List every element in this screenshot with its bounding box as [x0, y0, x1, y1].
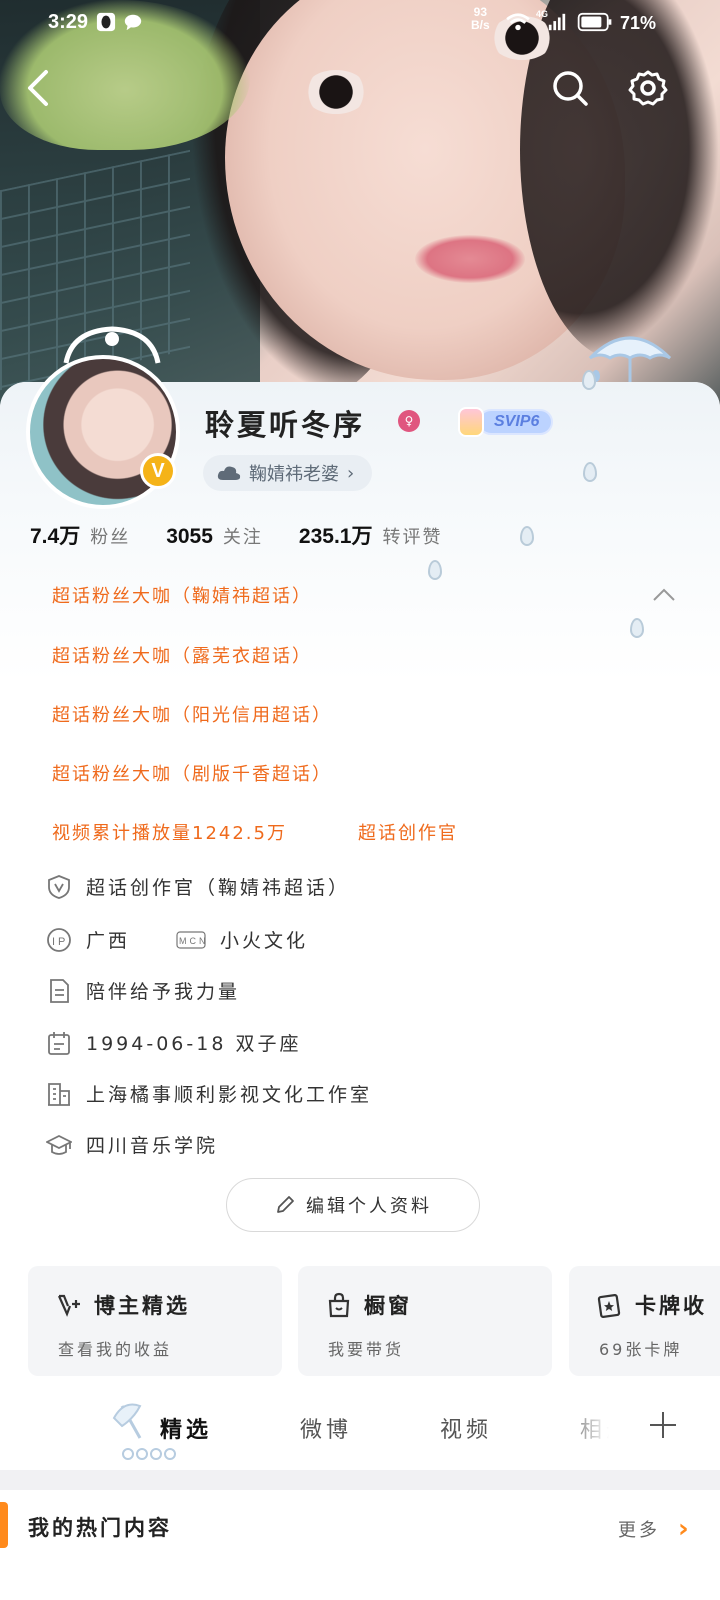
vip-bear-icon	[458, 407, 484, 437]
section-accent-bar	[0, 1502, 8, 1548]
feature-card-title: 卡牌收	[635, 1294, 707, 1318]
stat-following[interactable]: 3055 关注	[166, 523, 263, 549]
cover-lips	[415, 235, 525, 283]
building-icon	[48, 1082, 70, 1106]
info-company: 上海橘事顺利影视文化工作室	[46, 1080, 372, 1107]
female-gender-icon: ♀	[398, 410, 420, 432]
feature-cards-row: 博主精选 查看我的收益 橱窗 我要带货 卡牌收 69张卡牌	[28, 1266, 720, 1376]
status-time: 3:29	[48, 11, 89, 33]
supertopic-badge[interactable]: 超话粉丝大咖（阳光信用超话）	[52, 701, 332, 727]
calendar-icon	[48, 1031, 70, 1055]
supertopic-badge[interactable]: 超话粉丝大咖（鞠婧祎超话）	[52, 582, 312, 608]
chevron-up-icon[interactable]	[652, 588, 676, 602]
wifi-icon	[506, 13, 530, 31]
hot-content-more-link[interactable]: 更多 ›	[618, 1514, 692, 1544]
stat-followers[interactable]: 7.4万 粉丝	[30, 520, 130, 550]
shield-v-icon	[48, 874, 70, 899]
stat-label: 关注	[222, 527, 263, 548]
search-icon[interactable]	[548, 66, 592, 110]
bio-text: 陪伴给予我力量	[86, 981, 241, 1003]
section-divider	[0, 1470, 720, 1490]
stat-value: 7.4万	[30, 525, 81, 548]
edit-profile-button[interactable]: 编辑个人资料	[226, 1178, 480, 1232]
birthday-text: 1994-06-18 双子座	[86, 1033, 302, 1055]
profile-stats: 7.4万 粉丝 3055 关注 235.1万 转评赞	[30, 520, 478, 550]
fan-group-label: 鞠婧祎老婆	[249, 464, 339, 485]
feature-card-subtitle: 查看我的收益	[58, 1340, 173, 1359]
raindrop-decoration	[582, 370, 596, 390]
raindrop-decoration	[630, 618, 644, 638]
qq-icon	[96, 12, 116, 32]
info-location-mcn: IP 广西 MCN 小火文化	[46, 926, 308, 953]
v-plus-icon	[57, 1294, 80, 1317]
tabs-fade-overlay	[560, 1392, 630, 1468]
school-text: 四川音乐学院	[86, 1135, 219, 1157]
verified-badge-icon: V	[140, 453, 176, 489]
feature-card-title: 博主精选	[94, 1294, 190, 1318]
hot-content-section: 我的热门内容 更多 ›	[0, 1490, 720, 1600]
feature-card-subtitle: 我要带货	[328, 1340, 405, 1359]
stat-likes[interactable]: 235.1万 转评赞	[299, 520, 443, 550]
cover-eye-left	[304, 70, 368, 114]
feature-card-shop-window[interactable]: 橱窗 我要带货	[298, 1266, 552, 1376]
raindrop-decoration	[520, 526, 534, 546]
raindrop-decoration	[583, 462, 597, 482]
feature-card-card-collection[interactable]: 卡牌收 69张卡牌	[569, 1266, 720, 1376]
net-speed-unit: B/s	[471, 18, 490, 32]
tab-featured[interactable]: 精选	[160, 1412, 212, 1444]
hot-content-title: 我的热门内容	[28, 1516, 172, 1540]
chevron-right-icon: ›	[678, 1514, 692, 1544]
feature-card-title: 橱窗	[364, 1294, 412, 1318]
svg-text:IP: IP	[52, 936, 68, 948]
shopping-bag-icon	[328, 1292, 350, 1318]
content-tabs: 精选 微博 视频 相册	[0, 1392, 720, 1468]
raindrop-decoration	[428, 560, 442, 580]
username: 聆夏听冬序	[205, 408, 366, 442]
supertopic-badge[interactable]: 超话粉丝大咖（露芜衣超话）	[52, 642, 312, 668]
settings-gear-icon[interactable]	[626, 66, 670, 110]
more-label: 更多	[618, 1520, 660, 1541]
stat-value: 235.1万	[298, 525, 373, 548]
company-text: 上海橘事顺利影视文化工作室	[86, 1084, 373, 1106]
mcn-icon: MCN	[176, 930, 206, 949]
card-star-icon	[597, 1294, 621, 1318]
chat-icon	[124, 14, 142, 31]
battery-percent: 71%	[620, 13, 657, 33]
status-bar: 3:29 93 B/s 4G 71%	[0, 0, 720, 48]
creator-badge[interactable]: 超话创作官	[358, 819, 458, 845]
info-creator: 超话创作官（鞠婧祎超话）	[46, 873, 350, 900]
cloud-icon	[217, 466, 241, 480]
add-tab-plus-icon[interactable]	[648, 1410, 678, 1440]
feature-card-subtitle: 69张卡牌	[599, 1340, 683, 1359]
stat-label: 粉丝	[90, 527, 131, 548]
info-bio: 陪伴给予我力量	[46, 977, 240, 1004]
edit-profile-label: 编辑个人资料	[306, 1196, 432, 1217]
signal-icon	[548, 13, 566, 31]
info-school: 四川音乐学院	[46, 1131, 218, 1158]
video-plays-badge[interactable]: 视频累计播放量1242.5万	[52, 819, 287, 845]
stat-value: 3055	[166, 525, 213, 548]
stat-label: 转评赞	[382, 527, 443, 548]
ip-location-text: 广西	[86, 930, 131, 952]
ip-location-icon: IP	[47, 927, 71, 952]
battery-icon	[577, 12, 612, 32]
fan-group-chip[interactable]: 鞠婧祎老婆 ›	[203, 455, 373, 491]
graduation-cap-icon	[46, 1134, 72, 1155]
document-icon	[50, 978, 69, 1003]
supertopic-badge[interactable]: 超话粉丝大咖（剧版千香超话）	[52, 760, 332, 786]
chevron-right-icon: ›	[347, 462, 355, 484]
creator-text: 超话创作官（鞠婧祎超话）	[86, 877, 351, 899]
tab-weibo[interactable]: 微博	[300, 1412, 352, 1444]
info-birthday: 1994-06-18 双子座	[46, 1029, 301, 1056]
mcn-icon-label: MCN	[179, 936, 206, 946]
pencil-icon	[277, 1196, 294, 1213]
feature-card-blogger-picks[interactable]: 博主精选 查看我的收益	[28, 1266, 282, 1376]
mcn-text: 小火文化	[220, 930, 309, 952]
net-speed: 93 B/s	[471, 6, 490, 32]
back-arrow-icon[interactable]	[18, 66, 62, 110]
tab-video[interactable]: 视频	[440, 1412, 492, 1444]
svip-badge[interactable]: SVIP6	[458, 405, 554, 439]
svip-level-label: SVIP6	[478, 409, 554, 435]
